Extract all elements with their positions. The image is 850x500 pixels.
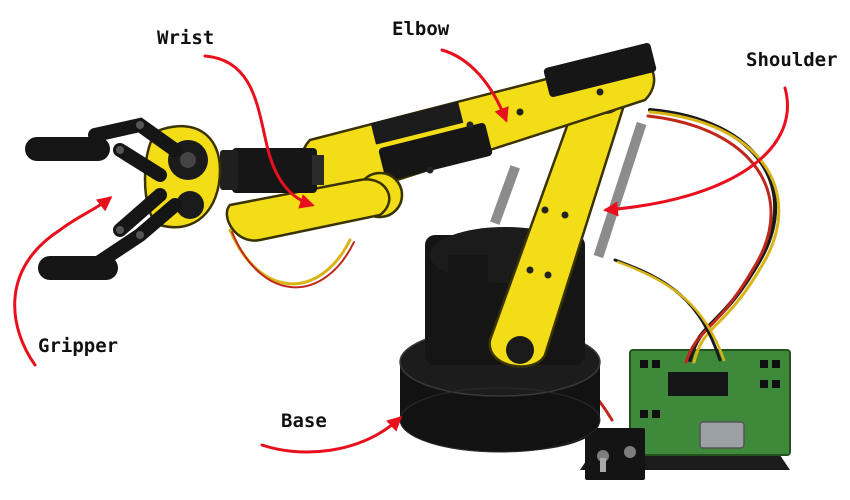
gripper: [25, 117, 222, 280]
base-label: Base: [281, 410, 327, 432]
wrist-label: Wrist: [157, 27, 215, 49]
elbow-label: Elbow: [392, 18, 450, 40]
shoulder-label: Shoulder: [746, 49, 838, 71]
robot-arm-diagram: [13, 42, 791, 480]
gripper-label: Gripper: [38, 335, 119, 357]
switch-box: [585, 428, 645, 480]
